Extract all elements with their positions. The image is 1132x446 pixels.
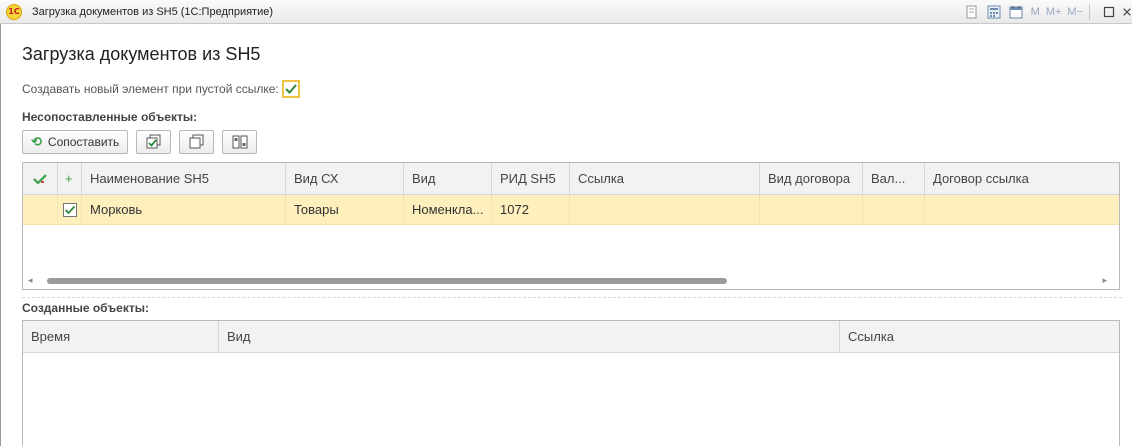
match-button[interactable]: ⟲ Сопоставить — [22, 130, 129, 154]
window-titlebar: 1С Загрузка документов из SH5 (1С:Предпр… — [0, 0, 1132, 24]
page-title: Загрузка документов из SH5 — [22, 44, 261, 64]
memory-plus-button[interactable]: M+ — [1046, 6, 1062, 18]
scroll-right-icon[interactable]: ▸ — [1102, 275, 1107, 286]
check-column-icon — [33, 173, 47, 185]
col-plus[interactable]: + — [58, 163, 82, 194]
row-checkbox[interactable] — [63, 202, 77, 217]
col-currency[interactable]: Вал... — [863, 163, 925, 194]
memory-minus-button[interactable]: M− — [1067, 6, 1083, 18]
created-table-header: Время Вид Ссылка — [23, 321, 1119, 353]
invert-check-button[interactable] — [222, 130, 258, 154]
app-logo-text: 1С — [8, 7, 20, 16]
col-time[interactable]: Время — [23, 321, 219, 352]
title-toolbar-divider — [1089, 4, 1090, 20]
app-logo-icon: 1С — [6, 3, 22, 20]
memory-m-button[interactable]: M — [1031, 6, 1040, 18]
cell-link[interactable] — [570, 195, 760, 224]
unmatched-table-header: + Наименование SH5 Вид СХ Вид РИД SH5 Сс… — [23, 163, 1119, 195]
col-name[interactable]: Наименование SH5 — [82, 163, 286, 194]
col-check[interactable] — [23, 163, 58, 194]
checkmark-icon — [285, 84, 297, 94]
col-contract-type[interactable]: Вид договора — [760, 163, 863, 194]
form-left-border — [0, 24, 1, 446]
unmatched-section-title: Несопоставленные объекты: — [22, 110, 198, 124]
row-marker-cell — [23, 195, 58, 224]
calculator-icon[interactable] — [985, 3, 1003, 21]
uncheck-all-icon — [189, 134, 204, 149]
uncheck-all-button[interactable] — [179, 130, 215, 154]
row-checkbox-cell[interactable] — [58, 195, 82, 224]
created-section-title: Созданные объекты: — [22, 301, 149, 315]
created-table: Время Вид Ссылка — [22, 320, 1120, 446]
cell-contract-type[interactable] — [760, 195, 863, 224]
cell-vid: Номенкла... — [404, 195, 492, 224]
col-vid-sx[interactable]: Вид СХ — [286, 163, 404, 194]
maximize-icon[interactable] — [1100, 3, 1118, 21]
cell-vid-sx: Товары — [286, 195, 404, 224]
section-divider — [22, 297, 1122, 298]
create-new-checkbox[interactable] — [281, 80, 300, 98]
unmatched-toolbar: ⟲ Сопоставить — [22, 130, 258, 154]
col-rid[interactable]: РИД SH5 — [492, 163, 570, 194]
col-contract-link[interactable]: Договор ссылка — [925, 163, 1111, 194]
scrollbar-thumb[interactable] — [47, 278, 727, 284]
check-all-icon — [146, 134, 161, 149]
calendar-icon[interactable] — [1007, 3, 1025, 21]
unmatched-table: + Наименование SH5 Вид СХ Вид РИД SH5 Сс… — [22, 162, 1120, 290]
scroll-left-icon[interactable]: ◂ — [28, 275, 33, 286]
col-link[interactable]: Ссылка — [570, 163, 760, 194]
cell-rid: 1072 — [492, 195, 570, 224]
match-button-label: Сопоставить — [47, 135, 120, 149]
table-row[interactable]: Морковь Товары Номенкла... 1072 — [23, 195, 1119, 225]
cell-currency[interactable] — [863, 195, 925, 224]
checkmark-icon — [64, 205, 76, 214]
create-new-label: Создавать новый элемент при пустой ссылк… — [22, 82, 279, 96]
cell-name: Морковь — [82, 195, 286, 224]
refresh-icon: ⟲ — [31, 134, 42, 149]
col-created-link[interactable]: Ссылка — [840, 321, 1119, 352]
window-title: Загрузка документов из SH5 (1С:Предприят… — [32, 5, 274, 18]
invert-check-icon — [232, 135, 248, 149]
check-all-button[interactable] — [136, 130, 172, 154]
title-toolbar: M M+ M− — [959, 0, 1132, 24]
create-new-row: Создавать новый элемент при пустой ссылк… — [22, 80, 300, 98]
print-preview-icon[interactable] — [963, 3, 981, 21]
horizontal-scrollbar[interactable]: ◂ ▸ — [24, 274, 1111, 288]
col-vid[interactable]: Вид — [404, 163, 492, 194]
cell-contract-link[interactable] — [925, 195, 1111, 224]
col-created-vid[interactable]: Вид — [219, 321, 840, 352]
close-icon[interactable] — [1122, 3, 1132, 21]
